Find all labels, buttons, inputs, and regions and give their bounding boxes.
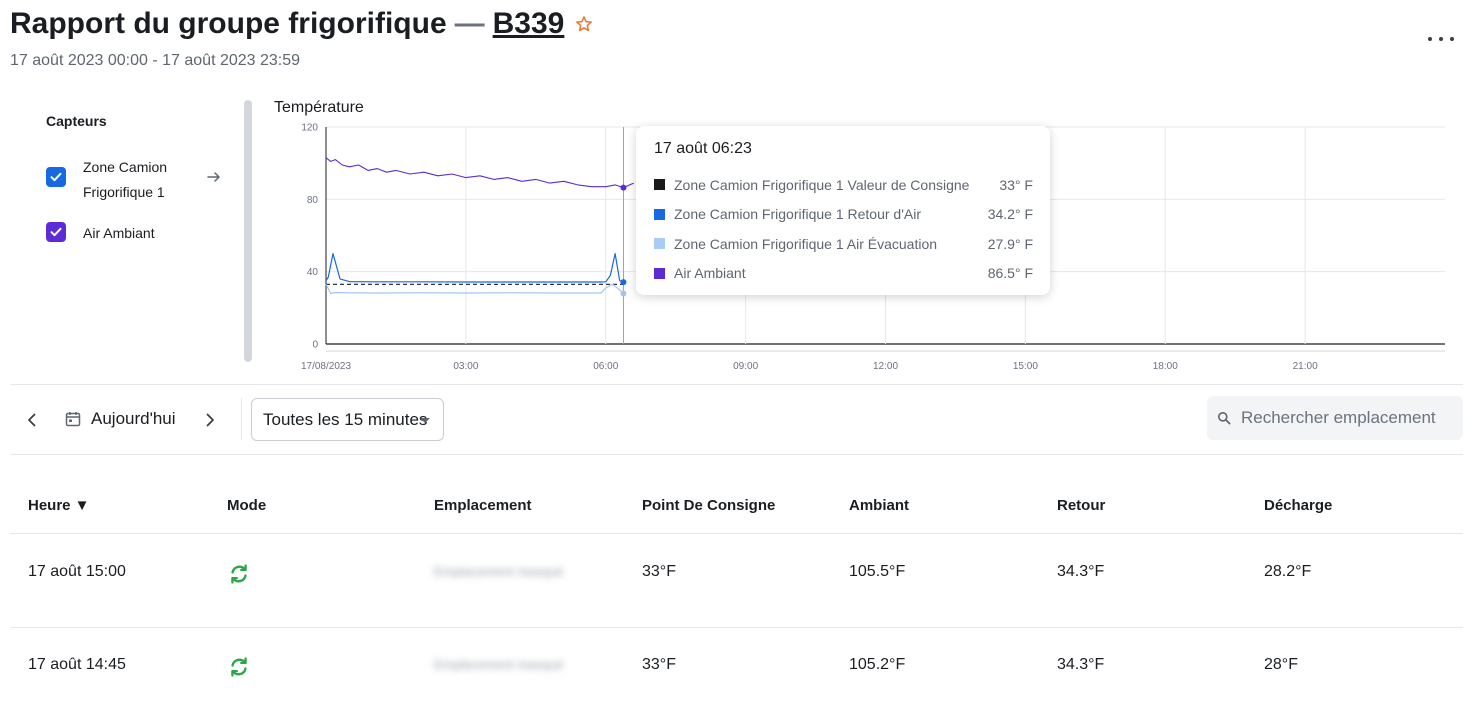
sync-icon xyxy=(227,655,251,679)
column-header-return[interactable]: Retour xyxy=(1057,497,1105,514)
today-button[interactable]: Aujourd'hui xyxy=(91,409,176,429)
x-tick-label: 18:00 xyxy=(1153,361,1178,372)
x-tick-label: 12:00 xyxy=(873,361,898,372)
more-options-icon[interactable] xyxy=(1428,30,1454,48)
y-tick-label: 120 xyxy=(301,123,318,134)
toolbar-separator xyxy=(241,398,242,440)
previous-day-button[interactable] xyxy=(22,410,42,430)
interval-select[interactable]: Toutes les 15 minutes xyxy=(251,398,444,441)
sensor-checkbox-air-ambiant[interactable] xyxy=(46,222,66,242)
tooltip-series-value: 34.2° F xyxy=(987,206,1033,223)
tooltip-swatch xyxy=(654,179,665,191)
tooltip-series-name: Zone Camion Frigorifique 1 Valeur de Con… xyxy=(674,176,970,193)
cell-ambient: 105.2°F xyxy=(849,656,906,673)
title-dash: — xyxy=(454,7,485,40)
page-header: Rapport du groupe frigorifique — B339 xyxy=(10,4,594,44)
cell-return: 34.3°F xyxy=(1057,656,1105,673)
cell-discharge: 28°F xyxy=(1264,656,1298,673)
tooltip-series-name: Zone Camion Frigorifique 1 Retour d'Air xyxy=(674,206,922,223)
cell-time: 17 août 14:45 xyxy=(28,656,126,673)
sensors-scrollbar[interactable] xyxy=(244,100,252,362)
cell-setpoint: 33°F xyxy=(642,563,676,580)
tooltip-row: Zone Camion Frigorifique 1 Retour d'Air … xyxy=(654,200,1033,230)
series-line-3 xyxy=(325,157,634,189)
tooltip-series-value: 86.5° F xyxy=(987,265,1033,282)
y-tick-label: 40 xyxy=(307,267,319,278)
x-tick-label: 15:00 xyxy=(1013,361,1038,372)
hover-point-2 xyxy=(620,290,627,297)
x-tick-label: 17/08/2023 xyxy=(301,361,351,372)
tooltip-row: Zone Camion Frigorifique 1 Valeur de Con… xyxy=(654,170,1033,200)
section-divider xyxy=(10,454,1463,455)
cell-location: Emplacement masqué xyxy=(434,657,564,672)
date-range: 17 août 2023 00:00 - 17 août 2023 23:59 xyxy=(10,52,301,69)
sensors-title: Capteurs xyxy=(46,113,107,129)
tooltip-row: Zone Camion Frigorifique 1 Air Évacuatio… xyxy=(654,229,1033,259)
series-line-1 xyxy=(325,253,624,283)
tooltip-series-value: 33° F xyxy=(999,176,1033,193)
x-tick-label: 21:00 xyxy=(1293,361,1318,372)
hover-point-3 xyxy=(620,184,627,191)
next-day-button[interactable] xyxy=(200,410,220,430)
star-icon[interactable] xyxy=(574,14,594,34)
y-tick-label: 0 xyxy=(312,340,318,351)
unit-link[interactable]: B339 xyxy=(493,7,565,41)
tooltip-swatch xyxy=(654,267,665,279)
column-header-setpoint[interactable]: Point De Consigne xyxy=(642,497,775,514)
tooltip-date: 17 août 06:23 xyxy=(654,140,752,157)
x-tick-label: 09:00 xyxy=(733,361,758,372)
series-line-2 xyxy=(325,283,624,294)
chart-tooltip: 17 août 06:23 Zone Camion Frigorifique 1… xyxy=(636,126,1050,295)
calendar-icon[interactable] xyxy=(64,410,82,428)
tooltip-series-value: 27.9° F xyxy=(987,235,1033,252)
cell-location: Emplacement masqué xyxy=(434,564,564,579)
cell-discharge: 28.2°F xyxy=(1264,563,1312,580)
page-title: Rapport du groupe frigorifique xyxy=(10,7,447,40)
table-divider xyxy=(10,533,1463,534)
search-box[interactable] xyxy=(1207,396,1463,440)
column-header-discharge[interactable]: Décharge xyxy=(1264,497,1332,514)
cell-ambient: 105.5°F xyxy=(849,563,906,580)
tooltip-series-name: Zone Camion Frigorifique 1 Air Évacuatio… xyxy=(674,235,938,252)
tooltip-swatch xyxy=(654,238,665,250)
column-header-time[interactable]: Heure ▼ xyxy=(28,497,90,514)
tooltip-swatch xyxy=(654,208,665,220)
chevron-down-icon xyxy=(420,418,430,423)
sensor-checkbox-zone-camion[interactable] xyxy=(46,167,66,187)
cell-return: 34.3°F xyxy=(1057,563,1105,580)
hover-point-1 xyxy=(620,279,627,286)
tooltip-series-name: Air Ambiant xyxy=(674,265,746,282)
chart-title: Température xyxy=(274,99,364,116)
sensor-label-zone-camion: Zone Camion Frigorifique 1 xyxy=(83,159,168,200)
y-tick-label: 80 xyxy=(307,195,319,206)
section-divider xyxy=(10,384,1463,385)
sync-icon xyxy=(227,562,251,586)
column-header-ambient[interactable]: Ambiant xyxy=(849,497,909,514)
search-input[interactable] xyxy=(1241,408,1461,428)
cell-setpoint: 33°F xyxy=(642,656,676,673)
sensor-item-air-ambiant[interactable]: Air Ambiant xyxy=(46,221,155,246)
x-tick-label: 06:00 xyxy=(593,361,618,372)
tooltip-row: Air Ambiant 86.5° F xyxy=(654,259,1033,289)
interval-select-value: Toutes les 15 minutes xyxy=(263,409,428,429)
sensor-label-air-ambiant: Air Ambiant xyxy=(83,225,155,241)
search-icon xyxy=(1218,412,1231,425)
arrow-right-icon[interactable] xyxy=(206,169,222,185)
cell-time: 17 août 15:00 xyxy=(28,563,126,580)
x-tick-label: 03:00 xyxy=(453,361,478,372)
column-header-location[interactable]: Emplacement xyxy=(434,497,532,514)
table-divider xyxy=(10,627,1463,628)
sensor-item-zone-camion[interactable]: Zone Camion Frigorifique 1 xyxy=(46,155,193,205)
column-header-mode[interactable]: Mode xyxy=(227,497,266,514)
